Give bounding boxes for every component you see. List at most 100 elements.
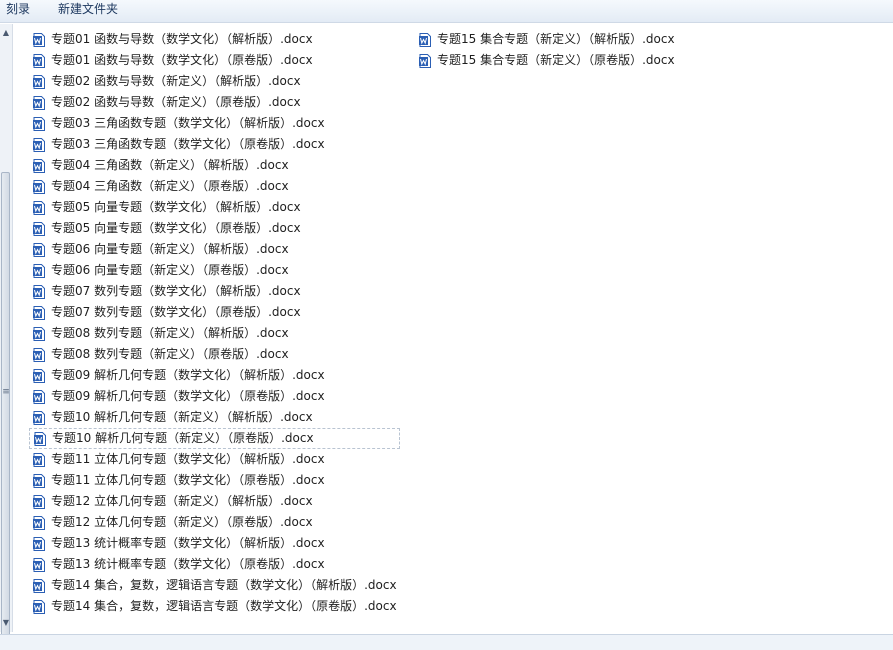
burn-button[interactable]: 刻录 xyxy=(0,0,36,20)
word-doc-icon xyxy=(32,263,46,278)
word-doc-icon xyxy=(32,32,46,47)
file-name-label: 专题09 解析几何专题（数学文化）（解析版）.docx xyxy=(51,368,325,382)
file-name-label: 专题09 解析几何专题（数学文化）（原卷版）.docx xyxy=(51,389,325,403)
word-doc-icon xyxy=(32,158,46,173)
file-item[interactable]: 专题08 数列专题（新定义）（原卷版）.docx xyxy=(29,344,400,365)
file-item[interactable]: 专题03 三角函数专题（数学文化）（解析版）.docx xyxy=(29,113,400,134)
word-doc-icon xyxy=(418,53,432,68)
file-item[interactable]: 专题01 函数与导数（数学文化）（原卷版）.docx xyxy=(29,50,400,71)
file-name-label: 专题10 解析几何专题（新定义）（原卷版）.docx xyxy=(52,431,314,445)
file-name-label: 专题04 三角函数（新定义）（原卷版）.docx xyxy=(51,179,289,193)
file-item[interactable]: 专题02 函数与导数（新定义）（原卷版）.docx xyxy=(29,92,400,113)
scrollbar-thumb[interactable] xyxy=(1,172,10,638)
word-doc-icon xyxy=(32,242,46,257)
new-folder-button[interactable]: 新建文件夹 xyxy=(52,0,124,20)
word-doc-icon xyxy=(32,326,46,341)
file-item[interactable]: 专题06 向量专题（新定义）（原卷版）.docx xyxy=(29,260,400,281)
word-doc-icon xyxy=(32,179,46,194)
scroll-down-arrow-icon[interactable]: ▼ xyxy=(0,617,12,629)
file-item[interactable]: 专题06 向量专题（新定义）（解析版）.docx xyxy=(29,239,400,260)
word-doc-icon xyxy=(32,200,46,215)
file-name-label: 专题05 向量专题（数学文化）（原卷版）.docx xyxy=(51,221,301,235)
word-doc-icon xyxy=(32,221,46,236)
file-item[interactable]: 专题08 数列专题（新定义）（解析版）.docx xyxy=(29,323,400,344)
file-item[interactable]: 专题03 三角函数专题（数学文化）（原卷版）.docx xyxy=(29,134,400,155)
file-name-label: 专题07 数列专题（数学文化）（解析版）.docx xyxy=(51,284,301,298)
word-doc-icon xyxy=(32,284,46,299)
file-item[interactable]: 专题14 集合，复数，逻辑语言专题（数学文化）（原卷版）.docx xyxy=(29,596,400,617)
file-item[interactable]: 专题09 解析几何专题（数学文化）（原卷版）.docx xyxy=(29,386,400,407)
file-item[interactable]: 专题04 三角函数（新定义）（原卷版）.docx xyxy=(29,176,400,197)
word-doc-icon xyxy=(32,368,46,383)
scroll-up-arrow-icon[interactable]: ▲ xyxy=(0,27,12,39)
file-column-1: 专题01 函数与导数（数学文化）（解析版）.docx 专题01 函数与导数（数学文… xyxy=(29,29,400,617)
file-item[interactable]: 专题12 立体几何专题（新定义）（解析版）.docx xyxy=(29,491,400,512)
file-item[interactable]: 专题14 集合，复数，逻辑语言专题（数学文化）（解析版）.docx xyxy=(29,575,400,596)
word-doc-icon xyxy=(32,410,46,425)
file-name-label: 专题13 统计概率专题（数学文化）（解析版）.docx xyxy=(51,536,325,550)
word-doc-icon xyxy=(32,53,46,68)
file-item[interactable]: 专题15 集合专题（新定义）（解析版）.docx xyxy=(415,29,678,50)
file-name-label: 专题10 解析几何专题（新定义）（解析版）.docx xyxy=(51,410,313,424)
word-doc-icon xyxy=(32,305,46,320)
word-doc-icon xyxy=(32,116,46,131)
file-name-label: 专题01 函数与导数（数学文化）（原卷版）.docx xyxy=(51,53,313,67)
file-name-label: 专题03 三角函数专题（数学文化）（解析版）.docx xyxy=(51,116,325,130)
file-name-label: 专题06 向量专题（新定义）（解析版）.docx xyxy=(51,242,289,256)
file-name-label: 专题14 集合，复数，逻辑语言专题（数学文化）（原卷版）.docx xyxy=(51,599,397,613)
file-item[interactable]: 专题13 统计概率专题（数学文化）（原卷版）.docx xyxy=(29,554,400,575)
file-name-label: 专题02 函数与导数（新定义）（解析版）.docx xyxy=(51,74,301,88)
file-item[interactable]: 专题11 立体几何专题（数学文化）（解析版）.docx xyxy=(29,449,400,470)
file-name-label: 专题05 向量专题（数学文化）（解析版）.docx xyxy=(51,200,301,214)
file-item[interactable]: 专题05 向量专题（数学文化）（解析版）.docx xyxy=(29,197,400,218)
file-item[interactable]: 专题01 函数与导数（数学文化）（解析版）.docx xyxy=(29,29,400,50)
file-item[interactable]: 专题07 数列专题（数学文化）（原卷版）.docx xyxy=(29,302,400,323)
file-name-label: 专题02 函数与导数（新定义）（原卷版）.docx xyxy=(51,95,301,109)
file-name-label: 专题13 统计概率专题（数学文化）（原卷版）.docx xyxy=(51,557,325,571)
file-name-label: 专题12 立体几何专题（新定义）（原卷版）.docx xyxy=(51,515,313,529)
file-name-label: 专题11 立体几何专题（数学文化）（解析版）.docx xyxy=(51,452,325,466)
file-item[interactable]: 专题11 立体几何专题（数学文化）（原卷版）.docx xyxy=(29,470,400,491)
word-doc-icon xyxy=(32,494,46,509)
word-doc-icon xyxy=(32,557,46,572)
file-item[interactable]: 专题02 函数与导数（新定义）（解析版）.docx xyxy=(29,71,400,92)
file-item[interactable]: 专题10 解析几何专题（新定义）（解析版）.docx xyxy=(29,407,400,428)
toolbar: 刻录 新建文件夹 xyxy=(0,0,893,23)
file-name-label: 专题08 数列专题（新定义）（原卷版）.docx xyxy=(51,347,289,361)
file-name-label: 专题04 三角函数（新定义）（解析版）.docx xyxy=(51,158,289,172)
file-name-label: 专题07 数列专题（数学文化）（原卷版）.docx xyxy=(51,305,301,319)
file-name-label: 专题14 集合，复数，逻辑语言专题（数学文化）（解析版）.docx xyxy=(51,578,397,592)
file-name-label: 专题12 立体几何专题（新定义）（解析版）.docx xyxy=(51,494,313,508)
word-doc-icon xyxy=(32,452,46,467)
file-list-view: 专题01 函数与导数（数学文化）（解析版）.docx 专题01 函数与导数（数学文… xyxy=(12,24,893,634)
file-item[interactable]: 专题12 立体几何专题（新定义）（原卷版）.docx xyxy=(29,512,400,533)
word-doc-icon xyxy=(32,389,46,404)
word-doc-icon xyxy=(33,431,47,446)
file-item[interactable]: 专题07 数列专题（数学文化）（解析版）.docx xyxy=(29,281,400,302)
file-item[interactable]: 专题09 解析几何专题（数学文化）（解析版）.docx xyxy=(29,365,400,386)
word-doc-icon xyxy=(32,578,46,593)
file-column-2: 专题15 集合专题（新定义）（解析版）.docx 专题15 集合专题（新定义）（原… xyxy=(415,29,678,71)
file-name-label: 专题15 集合专题（新定义）（原卷版）.docx xyxy=(437,53,675,67)
bottom-status-bar xyxy=(0,634,893,650)
file-item[interactable]: 专题04 三角函数（新定义）（解析版）.docx xyxy=(29,155,400,176)
file-name-label: 专题03 三角函数专题（数学文化）（原卷版）.docx xyxy=(51,137,325,151)
file-item[interactable]: 专题15 集合专题（新定义）（原卷版）.docx xyxy=(415,50,678,71)
file-item[interactable]: 专题13 统计概率专题（数学文化）（解析版）.docx xyxy=(29,533,400,554)
file-name-label: 专题01 函数与导数（数学文化）（解析版）.docx xyxy=(51,32,313,46)
scroll-grip-icon: ≡ xyxy=(2,387,10,397)
file-name-label: 专题15 集合专题（新定义）（解析版）.docx xyxy=(437,32,675,46)
word-doc-icon xyxy=(32,74,46,89)
word-doc-icon xyxy=(32,137,46,152)
file-item[interactable]: 专题05 向量专题（数学文化）（原卷版）.docx xyxy=(29,218,400,239)
file-item[interactable]: 专题10 解析几何专题（新定义）（原卷版）.docx xyxy=(29,428,400,449)
word-doc-icon xyxy=(32,515,46,530)
word-doc-icon xyxy=(32,536,46,551)
file-name-label: 专题11 立体几何专题（数学文化）（原卷版）.docx xyxy=(51,473,325,487)
word-doc-icon xyxy=(32,95,46,110)
file-name-label: 专题08 数列专题（新定义）（解析版）.docx xyxy=(51,326,289,340)
word-doc-icon xyxy=(32,599,46,614)
file-name-label: 专题06 向量专题（新定义）（原卷版）.docx xyxy=(51,263,289,277)
word-doc-icon xyxy=(418,32,432,47)
word-doc-icon xyxy=(32,473,46,488)
